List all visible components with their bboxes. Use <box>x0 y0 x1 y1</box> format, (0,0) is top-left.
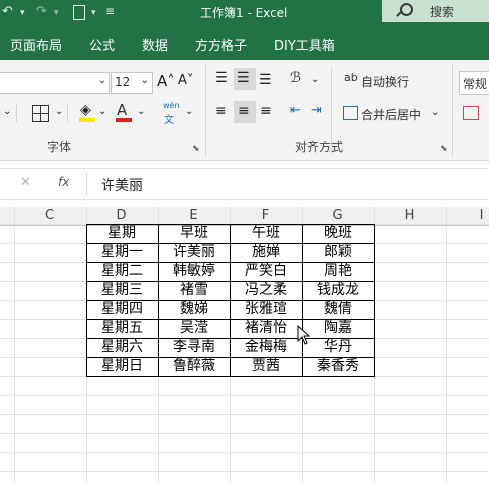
phonetic-icon[interactable]: wén <box>163 101 180 110</box>
chevron-down-icon[interactable]: ⌄ <box>98 106 106 117</box>
font-color-icon[interactable]: A <box>117 101 127 119</box>
print-dropdown-icon[interactable]: ▾ <box>91 8 96 18</box>
search-box[interactable]: 搜索 <box>382 0 489 22</box>
table-cell[interactable]: 冯之柔 <box>230 281 302 300</box>
undo-icon[interactable]: ↶ <box>2 4 13 19</box>
redo-icon[interactable]: ↷ <box>36 4 47 19</box>
table-cell[interactable]: 陶嘉 <box>302 319 374 338</box>
chevron-down-icon[interactable]: ⌄ <box>55 106 63 117</box>
table-cell[interactable]: 星期三 <box>86 281 158 300</box>
table-cell[interactable]: 星期二 <box>86 262 158 281</box>
search-icon <box>400 3 413 16</box>
column-header-i[interactable]: I <box>446 207 489 225</box>
merge-center-button[interactable]: 合并后居中 <box>361 106 421 123</box>
mouse-cursor-icon <box>297 325 311 345</box>
currency-format-icon[interactable] <box>463 106 479 120</box>
cancel-icon[interactable]: ✕ <box>20 175 31 190</box>
chevron-down-icon: ⌄ <box>140 75 149 86</box>
chevron-down-icon[interactable]: ⌄ <box>3 106 11 117</box>
table-cell[interactable]: 严笑白 <box>230 262 302 281</box>
orientation-icon[interactable]: ℬ <box>290 70 301 86</box>
chevron-down-icon: ⌄ <box>97 75 106 86</box>
chevron-down-icon[interactable]: ⌄ <box>185 106 193 117</box>
undo-dropdown-icon[interactable]: ▾ <box>20 8 25 18</box>
chevron-down-icon[interactable]: ⌄ <box>431 107 439 118</box>
customize-toolbar-icon[interactable]: ≡ <box>105 4 115 18</box>
align-center-icon[interactable]: ≡ <box>238 103 250 119</box>
print-preview-icon[interactable] <box>73 5 85 20</box>
column-header-e[interactable]: E <box>158 207 229 225</box>
table-cell[interactable]: 星期四 <box>86 300 158 319</box>
table-cell[interactable]: 李寻南 <box>158 338 230 357</box>
window-title: 工作簿1 - Excel <box>200 6 288 20</box>
tab-diy-toolbox[interactable]: DIY工具箱 <box>274 35 335 54</box>
align-left-icon[interactable]: ≡ <box>215 103 227 119</box>
table-cell[interactable]: 魏娣 <box>158 300 230 319</box>
table-header-cell[interactable]: 午班 <box>230 224 302 243</box>
chevron-down-icon[interactable]: ⌄ <box>311 74 319 85</box>
merge-center-icon[interactable] <box>343 106 358 120</box>
chevron-down-icon[interactable]: ⌄ <box>137 106 145 117</box>
table-cell[interactable]: 郎颖 <box>302 243 374 262</box>
formula-bar: ✕ fx 许美丽 <box>0 168 489 200</box>
column-header-d[interactable]: D <box>86 207 157 225</box>
grow-font-button[interactable]: A˄ <box>157 72 175 90</box>
align-bottom-icon[interactable]: ☰ <box>259 72 272 88</box>
table-cell[interactable]: 星期一 <box>86 243 158 262</box>
table-cell[interactable]: 星期六 <box>86 338 158 357</box>
dialog-launcher-icon[interactable]: ⬊ <box>440 144 448 154</box>
title-bar: ↶ ▾ ↷ ▾ ▾ ≡ 工作簿1 - Excel 搜索 <box>0 0 489 24</box>
font-group-label: 字体 <box>47 140 72 154</box>
align-right-icon[interactable]: ≡ <box>260 103 272 119</box>
column-header-c[interactable]: C <box>14 207 85 225</box>
table-cell[interactable]: 星期五 <box>86 319 158 338</box>
font-name-select[interactable]: ⌄ <box>0 72 110 94</box>
borders-icon[interactable] <box>32 105 49 122</box>
alignment-group-label: 对齐方式 <box>295 140 344 154</box>
table-cell[interactable]: 钱成龙 <box>302 281 374 300</box>
number-format-select[interactable]: 常规 <box>459 71 489 95</box>
tab-formulas[interactable]: 公式 <box>89 35 115 54</box>
formula-input[interactable]: 许美丽 <box>101 175 143 195</box>
insert-function-icon[interactable]: fx <box>58 175 69 189</box>
table-cell[interactable]: 施婵 <box>230 243 302 262</box>
table-header-cell[interactable]: 星期 <box>86 224 158 243</box>
font-size-select[interactable]: 12 ⌄ <box>111 72 153 94</box>
ribbon-tabs: 页面布局 公式 数据 方方格子 DIY工具箱 <box>0 24 489 60</box>
tab-page-layout[interactable]: 页面布局 <box>10 35 62 54</box>
table-header-cell[interactable]: 晚班 <box>302 224 374 243</box>
increase-indent-icon[interactable]: ⇥ <box>311 103 322 118</box>
tab-fangfang[interactable]: 方方格子 <box>195 35 247 54</box>
table-cell[interactable]: 星期日 <box>86 357 158 376</box>
align-middle-icon[interactable]: ☰ <box>237 70 250 86</box>
column-header-g[interactable]: G <box>302 207 373 225</box>
table-cell[interactable]: 许美丽 <box>158 243 230 262</box>
dialog-launcher-icon[interactable]: ⬊ <box>192 144 200 154</box>
decrease-indent-icon[interactable]: ⇤ <box>290 103 301 118</box>
table-cell[interactable]: 褚雪 <box>158 281 230 300</box>
table-cell[interactable]: 鲁醉薇 <box>158 357 230 376</box>
column-header-h[interactable]: H <box>374 207 445 225</box>
wrap-text-icon[interactable]: ab <box>344 71 358 84</box>
table-header-cell[interactable]: 早班 <box>158 224 230 243</box>
tab-data[interactable]: 数据 <box>142 35 168 54</box>
fill-color-icon[interactable]: ◈ <box>80 102 91 118</box>
shrink-font-button[interactable]: A˅ <box>178 73 193 88</box>
table-cell[interactable]: 贾茜 <box>230 357 302 376</box>
table-cell[interactable]: 褚清怡 <box>230 319 302 338</box>
wrap-text-button[interactable]: 自动换行 <box>361 73 409 90</box>
align-top-icon[interactable]: ☰ <box>215 70 228 86</box>
table-cell[interactable]: 吴滢 <box>158 319 230 338</box>
table-cell[interactable]: 秦香秀 <box>302 357 374 376</box>
table-cell[interactable]: 周艳 <box>302 262 374 281</box>
table-cell[interactable]: 金梅梅 <box>230 338 302 357</box>
table-cell[interactable]: 韩敏婷 <box>158 262 230 281</box>
search-label: 搜索 <box>430 5 455 19</box>
column-header-f[interactable]: F <box>230 207 301 225</box>
table-cell[interactable]: 张雅瑄 <box>230 300 302 319</box>
table-cell[interactable]: 华丹 <box>302 338 374 357</box>
ribbon: ⌄ 12 ⌄ A˄ A˅ ⌄ ⌄ ◈ ⌄ A ⌄ wén 文 ⌄ 字体 ⬊ ☰ … <box>0 60 489 161</box>
table-cell[interactable]: 魏倩 <box>302 300 374 319</box>
redo-dropdown-icon[interactable]: ▾ <box>54 8 59 18</box>
